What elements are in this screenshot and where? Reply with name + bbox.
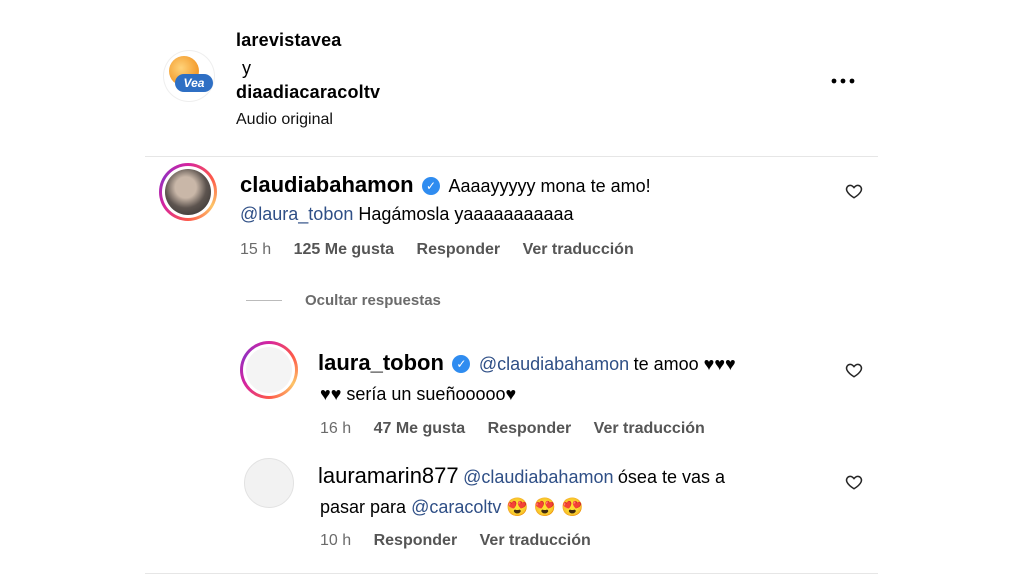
reply-text-line2: pasar para — [320, 497, 407, 517]
hide-replies-line — [246, 300, 282, 301]
reply-meta: 10 h Responder Ver traducción — [320, 532, 609, 550]
reply-body: lauramarin877 @claudiabahamon ósea te va… — [318, 462, 838, 492]
mention-link[interactable]: @claudiabahamon — [463, 467, 613, 487]
comment-text-line1: Aaaayyyyy mona te amo! — [448, 176, 651, 196]
hide-replies-button[interactable]: Ocultar respuestas — [305, 292, 441, 309]
reply-text-line1: ósea te vas a — [617, 467, 725, 487]
account-connector: y — [242, 58, 251, 78]
account-name-2[interactable]: diaadiacaracoltv — [236, 82, 380, 103]
footer-divider — [145, 573, 878, 574]
comment-line2: @laura_tobon Hagámosla yaaaaaaaaaaa — [240, 199, 574, 229]
translate-button[interactable]: Ver traducción — [480, 532, 591, 549]
mention-link-caracoltv[interactable]: @caracoltv — [411, 497, 501, 517]
like-heart-icon[interactable] — [845, 473, 863, 496]
logo-text: Vea — [175, 74, 213, 92]
reply-button[interactable]: Responder — [488, 420, 572, 437]
comment-meta: 15 h 125 Me gusta Responder Ver traducci… — [240, 241, 652, 259]
avatar-lauramarin877[interactable] — [244, 458, 294, 508]
translate-button[interactable]: Ver traducción — [594, 420, 705, 437]
reply-time[interactable]: 16 h — [320, 420, 351, 437]
comment-text-line2: Hagámosla yaaaaaaaaaaa — [358, 204, 574, 224]
comment-time[interactable]: 15 h — [240, 241, 271, 258]
reply-text-line2: ♥♥ sería un sueñooooo♥ — [320, 384, 517, 404]
reply-username[interactable]: lauramarin877 — [318, 463, 459, 488]
like-heart-icon[interactable] — [845, 182, 863, 205]
reply-meta: 16 h 47 Me gusta Responder Ver traducció… — [320, 420, 723, 438]
reply-time[interactable]: 10 h — [320, 532, 351, 549]
reply-button[interactable]: Responder — [374, 532, 458, 549]
avatar-claudiabahamon[interactable] — [159, 163, 217, 221]
more-options-icon[interactable] — [830, 66, 856, 92]
reply-body: laura_tobon ✓ @claudiabahamon te amoo ♥♥… — [318, 349, 838, 379]
account-logo[interactable]: Vea — [163, 50, 215, 102]
comment-username[interactable]: claudiabahamon — [240, 172, 414, 197]
verified-icon: ✓ — [422, 177, 441, 195]
avatar-laura-tobon[interactable] — [240, 341, 298, 399]
header-divider — [145, 156, 878, 157]
reply-likes[interactable]: 47 Me gusta — [374, 420, 466, 437]
reply-username[interactable]: laura_tobon — [318, 350, 444, 375]
mention-link[interactable]: @laura_tobon — [240, 204, 353, 224]
comment-body: claudiabahamon ✓ Aaaayyyyy mona te amo! — [240, 171, 840, 201]
comment-likes[interactable]: 125 Me gusta — [294, 241, 394, 258]
reply-text-line1: te amoo ♥♥♥ — [633, 354, 736, 374]
translate-button[interactable]: Ver traducción — [523, 241, 634, 258]
reply-button[interactable]: Responder — [417, 241, 501, 258]
audio-label[interactable]: Audio original — [236, 111, 333, 129]
like-heart-icon[interactable] — [845, 361, 863, 384]
heart-eyes-emoji: 😍 😍 😍 — [506, 497, 584, 517]
reply-line2: pasar para @caracoltv 😍 😍 😍 — [320, 492, 584, 522]
account-name-1[interactable]: larevistavea — [236, 30, 342, 51]
verified-icon: ✓ — [452, 355, 471, 373]
mention-link[interactable]: @claudiabahamon — [479, 354, 629, 374]
